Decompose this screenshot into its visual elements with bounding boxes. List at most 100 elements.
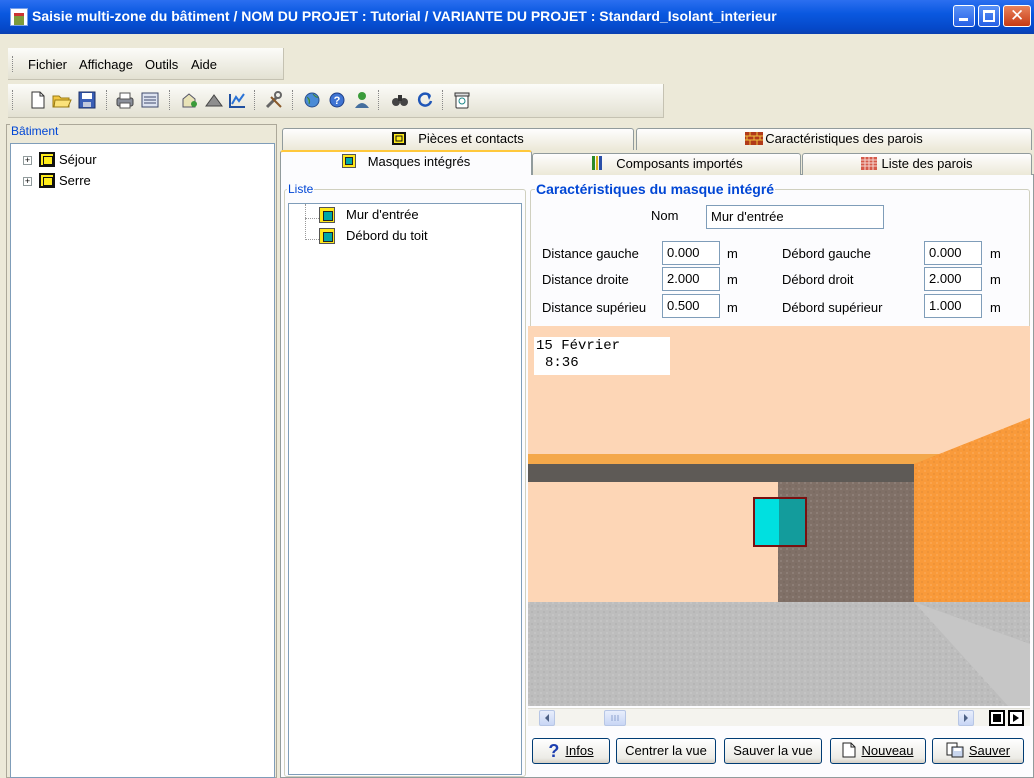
tab-composants-importes[interactable]: Composants importés (532, 153, 801, 175)
tab-label: Composants importés (616, 156, 743, 171)
globe-icon[interactable] (301, 89, 323, 111)
list-item-label: Mur d'entrée (346, 207, 419, 222)
components-icon (590, 156, 604, 170)
unit-label: m (990, 300, 1001, 315)
tab-label: Caractéristiques des parois (765, 131, 923, 146)
3d-scene (528, 326, 1030, 706)
refresh-icon[interactable] (414, 89, 436, 111)
toolbar: ? (8, 84, 664, 118)
toolbar-grip[interactable] (12, 90, 14, 110)
menu-fichier[interactable]: Fichier (28, 57, 67, 72)
scroll-left-button[interactable] (539, 710, 555, 726)
menu-outils[interactable]: Outils (145, 57, 178, 72)
toggle-view-icon[interactable] (989, 710, 1005, 726)
save-view-button[interactable]: Sauver la vue (724, 738, 822, 764)
3d-view[interactable]: 15 Février 8:36 (528, 326, 1030, 706)
view-date: 15 Février (536, 338, 621, 354)
binoculars-icon[interactable] (389, 89, 411, 111)
button-label: Infos (565, 743, 594, 758)
infos-button[interactable]: ? Infos (532, 738, 610, 764)
tree-item-label: Serre (59, 173, 91, 188)
minimize-button[interactable] (953, 5, 975, 27)
new-document-icon (842, 742, 856, 766)
tab-pieces-contacts[interactable]: Pièces et contacts (282, 128, 634, 150)
distance-droite-input[interactable]: 2.000 (662, 267, 720, 291)
svg-text:?: ? (334, 95, 341, 107)
building-edit-icon[interactable] (179, 89, 201, 111)
debord-gauche-input[interactable]: 0.000 (924, 241, 982, 265)
tab-label: Masques intégrés (367, 154, 471, 169)
scroll-thumb[interactable] (604, 710, 626, 726)
unit-label: m (727, 300, 738, 315)
users-icon[interactable] (351, 89, 373, 111)
help-icon: ? (548, 741, 560, 761)
mask-icon (319, 228, 335, 244)
expand-icon[interactable]: + (23, 177, 32, 186)
center-view-button[interactable]: Centrer la vue (616, 738, 716, 764)
distance-gauche-input[interactable]: 0.000 (662, 241, 720, 265)
menu-bar: Fichier Affichage Outils Aide (8, 48, 284, 80)
save-document-icon (946, 742, 964, 766)
tab-caracteristiques-parois[interactable]: Caractéristiques des parois (636, 128, 1032, 150)
print-icon[interactable] (114, 89, 136, 111)
distance-superieure-label: Distance supérieu (542, 300, 647, 315)
date-time-box: 15 Février 8:36 (534, 337, 670, 375)
nouveau-button[interactable]: Nouveau (830, 738, 926, 764)
characteristics-group-label: Caractéristiques du masque intégré (535, 181, 776, 197)
close-button[interactable]: ✕ (1003, 5, 1031, 27)
unit-label: m (727, 246, 738, 261)
list-icon[interactable] (139, 89, 161, 111)
mask-list[interactable]: Mur d'entrée Débord du toit (288, 203, 522, 775)
tab-masques-integres[interactable]: Masques intégrés (280, 150, 532, 175)
room-icon (392, 131, 407, 145)
maximize-button[interactable] (978, 5, 1000, 27)
debord-droit-label: Débord droit (782, 272, 854, 287)
roof-icon[interactable] (203, 89, 225, 111)
button-label: Nouveau (861, 743, 914, 758)
bin-icon[interactable] (451, 89, 473, 111)
menu-affichage[interactable]: Affichage (79, 57, 133, 72)
distance-superieure-input[interactable]: 0.500 (662, 294, 720, 318)
toolbar-separator (169, 90, 171, 110)
tab-label: Liste des parois (881, 156, 973, 171)
menu-aide[interactable]: Aide (191, 57, 217, 72)
unit-label: m (990, 272, 1001, 287)
debord-superieur-input[interactable]: 1.000 (924, 294, 982, 318)
nom-input[interactable]: Mur d'entrée (706, 205, 884, 229)
close-icon: ✕ (1010, 6, 1025, 25)
tab-label: Pièces et contacts (418, 131, 524, 146)
unit-label: m (990, 246, 1001, 261)
building-tree[interactable]: + Séjour + Serre (10, 143, 275, 778)
building-panel-label: Bâtiment (10, 124, 60, 138)
toolbar-separator (442, 90, 444, 110)
new-file-icon[interactable] (26, 89, 48, 111)
button-label: Sauver (968, 743, 1011, 758)
tab-liste-parois[interactable]: Liste des parois (802, 153, 1032, 175)
save-disk-icon[interactable] (76, 89, 98, 111)
toolbar-separator (254, 90, 256, 110)
view-time: 8:36 (545, 355, 579, 371)
distance-gauche-label: Distance gauche (542, 246, 639, 261)
sauver-button[interactable]: Sauver (932, 738, 1024, 764)
tools-icon[interactable] (263, 89, 285, 111)
tree-line (305, 218, 319, 219)
tree-item-label: Séjour (59, 152, 97, 167)
app-icon[interactable] (10, 8, 28, 26)
3d-view-scrollbar[interactable] (528, 708, 1030, 726)
scroll-right-button[interactable] (958, 710, 974, 726)
room-icon (39, 152, 55, 167)
menu-grip[interactable] (12, 56, 14, 72)
button-label: Sauver la vue (733, 743, 813, 758)
help-icon[interactable]: ? (326, 89, 348, 111)
chart-icon[interactable] (226, 89, 248, 111)
mask-icon (319, 207, 335, 223)
play-view-icon[interactable] (1008, 710, 1024, 726)
button-label: Centrer la vue (625, 743, 707, 758)
expand-icon[interactable]: + (23, 156, 32, 165)
open-folder-icon[interactable] (51, 89, 73, 111)
list-group-label: Liste (287, 182, 315, 196)
toolbar-separator (378, 90, 380, 110)
debord-superieur-label: Débord supérieur (782, 300, 883, 315)
title-bar[interactable]: Saisie multi-zone du bâtiment / NOM DU P… (0, 0, 1034, 34)
debord-droit-input[interactable]: 2.000 (924, 267, 982, 291)
